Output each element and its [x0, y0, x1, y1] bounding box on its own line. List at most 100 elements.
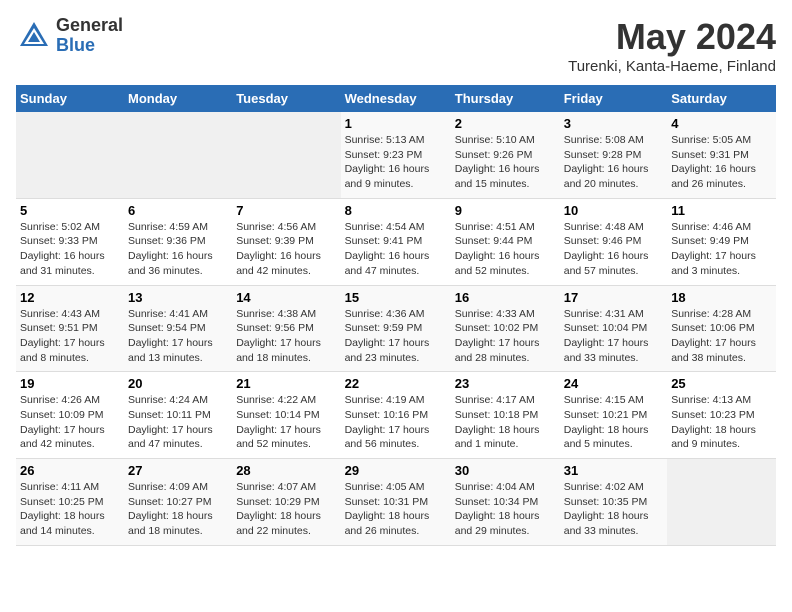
day-info: Sunrise: 4:59 AMSunset: 9:36 PMDaylight:…	[128, 220, 228, 279]
logo-text: General Blue	[56, 16, 123, 56]
calendar-cell: 5Sunrise: 5:02 AMSunset: 9:33 PMDaylight…	[16, 198, 124, 285]
calendar-cell: 18 Sunrise: 4:28 AMSunset: 10:06 PMDaylig…	[667, 285, 776, 372]
day-info: Sunrise: 4:41 AMSunset: 9:54 PMDaylight:…	[128, 307, 228, 366]
calendar-cell: 25 Sunrise: 4:13 AMSunset: 10:23 PMDaylig…	[667, 372, 776, 459]
column-header-friday: Friday	[560, 85, 667, 112]
month-title: May 2024	[568, 16, 776, 58]
day-info: Sunrise: 4:04 AMSunset: 10:34 PMDaylight…	[455, 480, 556, 539]
calendar-cell	[667, 459, 776, 546]
calendar-week-row: 19 Sunrise: 4:26 AMSunset: 10:09 PMDaylig…	[16, 372, 776, 459]
logo-general-text: General	[56, 16, 123, 36]
day-info: Sunrise: 4:13 AMSunset: 10:23 PMDaylight…	[671, 393, 772, 452]
calendar-table: SundayMondayTuesdayWednesdayThursdayFrid…	[16, 85, 776, 546]
column-header-tuesday: Tuesday	[232, 85, 340, 112]
day-number: 29	[345, 463, 447, 478]
calendar-cell: 27 Sunrise: 4:09 AMSunset: 10:27 PMDaylig…	[124, 459, 232, 546]
day-info: Sunrise: 4:24 AMSunset: 10:11 PMDaylight…	[128, 393, 228, 452]
day-number: 26	[20, 463, 120, 478]
day-number: 27	[128, 463, 228, 478]
day-number: 20	[128, 376, 228, 391]
column-header-saturday: Saturday	[667, 85, 776, 112]
day-info: Sunrise: 4:26 AMSunset: 10:09 PMDaylight…	[20, 393, 120, 452]
day-number: 22	[345, 376, 447, 391]
column-header-wednesday: Wednesday	[341, 85, 451, 112]
day-info: Sunrise: 4:56 AMSunset: 9:39 PMDaylight:…	[236, 220, 336, 279]
day-number: 21	[236, 376, 336, 391]
logo: General Blue	[16, 16, 123, 56]
calendar-cell: 4 Sunrise: 5:05 AMSunset: 9:31 PMDaylight…	[667, 112, 776, 198]
day-info: Sunrise: 4:17 AMSunset: 10:18 PMDaylight…	[455, 393, 556, 452]
day-info: Sunrise: 4:43 AMSunset: 9:51 PMDaylight:…	[20, 307, 120, 366]
logo-icon	[16, 18, 52, 54]
day-number: 8	[345, 203, 447, 218]
calendar-cell: 14Sunrise: 4:38 AMSunset: 9:56 PMDayligh…	[232, 285, 340, 372]
day-number: 12	[20, 290, 120, 305]
day-number: 15	[345, 290, 447, 305]
calendar-cell: 7 Sunrise: 4:56 AMSunset: 9:39 PMDaylight…	[232, 198, 340, 285]
day-number: 5	[20, 203, 120, 218]
day-info: Sunrise: 4:51 AMSunset: 9:44 PMDaylight:…	[455, 220, 556, 279]
calendar-cell: 23 Sunrise: 4:17 AMSunset: 10:18 PMDaylig…	[451, 372, 560, 459]
day-info: Sunrise: 4:05 AMSunset: 10:31 PMDaylight…	[345, 480, 447, 539]
day-number: 13	[128, 290, 228, 305]
calendar-cell	[16, 112, 124, 198]
day-number: 30	[455, 463, 556, 478]
calendar-cell: 24Sunrise: 4:15 AMSunset: 10:21 PMDaylig…	[560, 372, 667, 459]
day-info: Sunrise: 5:13 AMSunset: 9:23 PMDaylight:…	[345, 133, 447, 192]
day-info: Sunrise: 5:08 AMSunset: 9:28 PMDaylight:…	[564, 133, 663, 192]
day-info: Sunrise: 4:15 AMSunset: 10:21 PMDaylight…	[564, 393, 663, 452]
day-info: Sunrise: 4:48 AMSunset: 9:46 PMDaylight:…	[564, 220, 663, 279]
calendar-cell: 29 Sunrise: 4:05 AMSunset: 10:31 PMDaylig…	[341, 459, 451, 546]
calendar-cell: 6 Sunrise: 4:59 AMSunset: 9:36 PMDaylight…	[124, 198, 232, 285]
calendar-cell: 8 Sunrise: 4:54 AMSunset: 9:41 PMDaylight…	[341, 198, 451, 285]
day-number: 6	[128, 203, 228, 218]
calendar-cell: 1 Sunrise: 5:13 AMSunset: 9:23 PMDaylight…	[341, 112, 451, 198]
day-info: Sunrise: 4:31 AMSunset: 10:04 PMDaylight…	[564, 307, 663, 366]
day-number: 11	[671, 203, 772, 218]
column-header-thursday: Thursday	[451, 85, 560, 112]
calendar-cell: 12 Sunrise: 4:43 AMSunset: 9:51 PMDayligh…	[16, 285, 124, 372]
day-number: 18	[671, 290, 772, 305]
day-number: 9	[455, 203, 556, 218]
day-number: 4	[671, 116, 772, 131]
day-number: 23	[455, 376, 556, 391]
day-number: 25	[671, 376, 772, 391]
calendar-cell: 21 Sunrise: 4:22 AMSunset: 10:14 PMDaylig…	[232, 372, 340, 459]
day-info: Sunrise: 4:38 AMSunset: 9:56 PMDaylight:…	[236, 307, 336, 366]
day-info: Sunrise: 4:09 AMSunset: 10:27 PMDaylight…	[128, 480, 228, 539]
day-info: Sunrise: 4:07 AMSunset: 10:29 PMDaylight…	[236, 480, 336, 539]
calendar-cell: 22Sunrise: 4:19 AMSunset: 10:16 PMDaylig…	[341, 372, 451, 459]
day-number: 19	[20, 376, 120, 391]
day-info: Sunrise: 4:54 AMSunset: 9:41 PMDaylight:…	[345, 220, 447, 279]
day-number: 2	[455, 116, 556, 131]
column-header-sunday: Sunday	[16, 85, 124, 112]
day-info: Sunrise: 4:46 AMSunset: 9:49 PMDaylight:…	[671, 220, 772, 279]
day-info: Sunrise: 4:22 AMSunset: 10:14 PMDaylight…	[236, 393, 336, 452]
page-header: General Blue May 2024 Turenki, Kanta-Hae…	[16, 16, 776, 75]
day-info: Sunrise: 5:05 AMSunset: 9:31 PMDaylight:…	[671, 133, 772, 192]
calendar-cell	[232, 112, 340, 198]
calendar-cell: 9 Sunrise: 4:51 AMSunset: 9:44 PMDaylight…	[451, 198, 560, 285]
calendar-header-row: SundayMondayTuesdayWednesdayThursdayFrid…	[16, 85, 776, 112]
calendar-cell: 13 Sunrise: 4:41 AMSunset: 9:54 PMDayligh…	[124, 285, 232, 372]
calendar-week-row: 26Sunrise: 4:11 AMSunset: 10:25 PMDaylig…	[16, 459, 776, 546]
calendar-cell	[124, 112, 232, 198]
day-number: 28	[236, 463, 336, 478]
day-number: 10	[564, 203, 663, 218]
logo-blue-text: Blue	[56, 36, 123, 56]
calendar-cell: 26Sunrise: 4:11 AMSunset: 10:25 PMDaylig…	[16, 459, 124, 546]
calendar-week-row: 5Sunrise: 5:02 AMSunset: 9:33 PMDaylight…	[16, 198, 776, 285]
calendar-cell: 16Sunrise: 4:33 AMSunset: 10:02 PMDaylig…	[451, 285, 560, 372]
calendar-cell: 19 Sunrise: 4:26 AMSunset: 10:09 PMDaylig…	[16, 372, 124, 459]
calendar-cell: 17 Sunrise: 4:31 AMSunset: 10:04 PMDaylig…	[560, 285, 667, 372]
day-number: 16	[455, 290, 556, 305]
day-number: 31	[564, 463, 663, 478]
day-number: 17	[564, 290, 663, 305]
calendar-cell: 31Sunrise: 4:02 AMSunset: 10:35 PMDaylig…	[560, 459, 667, 546]
calendar-week-row: 12 Sunrise: 4:43 AMSunset: 9:51 PMDayligh…	[16, 285, 776, 372]
day-info: Sunrise: 4:28 AMSunset: 10:06 PMDaylight…	[671, 307, 772, 366]
day-number: 7	[236, 203, 336, 218]
day-info: Sunrise: 5:10 AMSunset: 9:26 PMDaylight:…	[455, 133, 556, 192]
day-number: 1	[345, 116, 447, 131]
day-info: Sunrise: 4:36 AMSunset: 9:59 PMDaylight:…	[345, 307, 447, 366]
